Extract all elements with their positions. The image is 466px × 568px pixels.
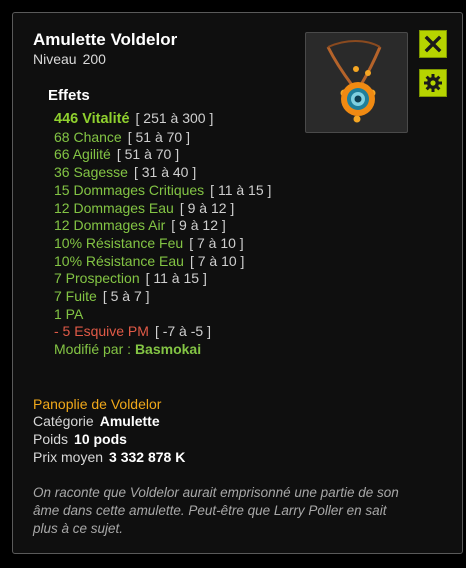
level-value: 200: [82, 51, 106, 67]
item-set-link[interactable]: Panoplie de Voldelor: [33, 396, 161, 412]
effect-row: 446 Vitalité[ 251 à 300 ]: [54, 110, 214, 127]
effect-row: 36 Sagesse[ 31 à 40 ]: [54, 164, 197, 181]
effects-heading: Effets: [48, 87, 90, 104]
category-label: Catégorie: [33, 413, 94, 429]
effect-row: 7 Fuite[ 5 à 7 ]: [54, 288, 150, 305]
effect-row: 12 Dommages Eau[ 9 à 12 ]: [54, 199, 235, 216]
effect-row: 10% Résistance Eau[ 7 à 10 ]: [54, 252, 245, 269]
item-tooltip-panel: Amulette Voldelor Niveau 200 Effets 446 …: [12, 12, 463, 554]
item-name: Amulette Voldelor: [33, 30, 178, 49]
effect-row: 1 PA: [54, 305, 84, 322]
weight-row: Poids 10 pods: [33, 431, 127, 447]
effects-list: 446 Vitalité[ 251 à 300 ] 68 Chance[ 51 …: [54, 110, 294, 359]
gear-icon: [424, 74, 442, 92]
modified-by-row: Modifié par : Basmokai: [54, 341, 202, 358]
close-button[interactable]: [419, 30, 447, 58]
category-row: Catégorie Amulette: [33, 413, 160, 429]
weight-label: Poids: [33, 431, 69, 447]
price-value: 3 332 878 K: [109, 449, 186, 465]
close-icon: [424, 35, 442, 53]
item-level: Niveau 200: [33, 51, 106, 67]
effect-row: 66 Agilité[ 51 à 70 ]: [54, 146, 180, 163]
price-row: Prix moyen 3 332 878 K: [33, 449, 185, 465]
level-label: Niveau: [33, 51, 77, 67]
item-thumbnail: [305, 32, 408, 133]
amulet-icon: [326, 40, 382, 123]
effect-row: 68 Chance[ 51 à 70 ]: [54, 128, 190, 145]
effect-row: 12 Dommages Air[ 9 à 12 ]: [54, 217, 226, 234]
category-value: Amulette: [99, 413, 160, 429]
price-label: Prix moyen: [33, 449, 104, 465]
effect-row: - 5 Esquive PM[ -7 à -5 ]: [54, 323, 211, 340]
effect-row: 15 Dommages Critiques[ 11 à 15 ]: [54, 181, 272, 198]
effect-row: 7 Prospection[ 11 à 15 ]: [54, 270, 207, 287]
effect-row: 10% Résistance Feu[ 7 à 10 ]: [54, 234, 244, 251]
settings-button[interactable]: [419, 69, 447, 97]
item-description: On raconte que Voldelor aurait emprisonn…: [33, 485, 399, 536]
weight-value: 10 pods: [74, 431, 127, 447]
